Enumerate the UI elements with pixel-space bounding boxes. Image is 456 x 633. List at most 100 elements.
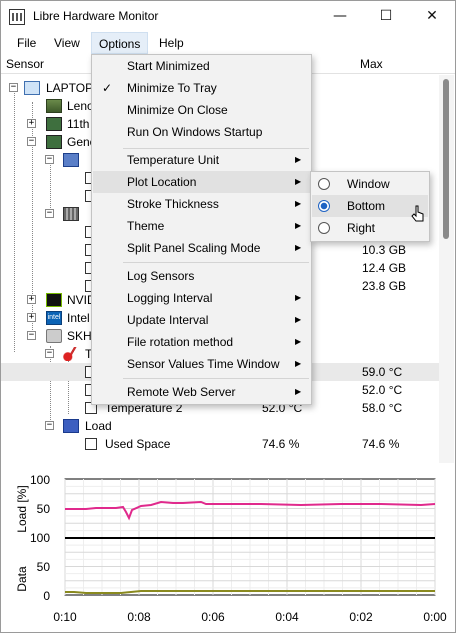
data-tick-label: 100 [30, 531, 50, 545]
menu-item-label: Run On Windows Startup [127, 125, 263, 139]
menu-help[interactable]: Help [152, 32, 191, 54]
menu-item-label: Log Sensors [127, 269, 195, 283]
data-tick-label: 0 [43, 589, 50, 603]
time-tick-label: 0:08 [127, 610, 151, 624]
check-icon: ✓ [102, 81, 113, 95]
time-tick-label: 0:02 [349, 610, 373, 624]
menu-item-values-time-window[interactable]: Sensor Values Time Window ▶ [93, 353, 310, 375]
expand-icon[interactable]: + [27, 119, 36, 128]
options-dropdown-menu: Start Minimized ✓ Minimize To Tray Minim… [91, 54, 312, 405]
menu-view[interactable]: View [47, 32, 87, 54]
menu-item-label: Split Panel Scaling Mode [127, 241, 261, 255]
load-tick-label: 50 [37, 502, 51, 516]
mouse-pointer-icon [411, 205, 424, 222]
collapse-icon[interactable]: − [45, 155, 54, 164]
radio-icon [318, 178, 330, 190]
menu-item-minimize-to-tray[interactable]: ✓ Minimize To Tray [93, 77, 310, 99]
load-icon [63, 153, 79, 167]
data-tick-label: 50 [37, 560, 51, 574]
expand-icon[interactable]: + [27, 313, 36, 322]
menu-item-log-sensors[interactable]: Log Sensors [93, 265, 310, 287]
menu-item-start-minimized[interactable]: Start Minimized [93, 55, 310, 77]
menu-item-label: File rotation method [127, 335, 234, 349]
sensor-max: 12.4 GB [362, 261, 407, 275]
submenu-arrow-icon: ▶ [295, 387, 302, 396]
menu-item-file-rotation[interactable]: File rotation method ▶ [93, 331, 310, 353]
collapse-icon[interactable]: − [27, 331, 36, 340]
menu-item-temperature-unit[interactable]: Temperature Unit ▶ [93, 149, 310, 171]
sensor-max: 58.0 °C [362, 401, 403, 415]
sensor-max: 10.3 GB [362, 243, 407, 257]
menu-separator [123, 378, 309, 379]
collapse-icon[interactable]: − [9, 83, 18, 92]
node-label: Load [85, 419, 112, 433]
expand-icon[interactable]: + [27, 295, 36, 304]
collapse-icon[interactable]: − [27, 137, 36, 146]
column-max[interactable]: Max [360, 57, 383, 71]
node-label: SKH [67, 329, 92, 343]
node-label: LAPTOP [46, 81, 94, 95]
tree-scrollbar[interactable] [439, 75, 454, 463]
tree-row-used-space[interactable]: Used Space 74.6 % 74.6 % [1, 435, 439, 453]
submenu-arrow-icon: ▶ [295, 315, 302, 324]
radio-item-window[interactable]: Window [312, 173, 428, 195]
submenu-arrow-icon: ▶ [295, 177, 302, 186]
menu-item-split-panel-scaling[interactable]: Split Panel Scaling Mode ▶ [93, 237, 310, 259]
time-tick-label: 0:06 [201, 610, 225, 624]
menu-item-label: Plot Location [127, 175, 197, 189]
submenu-arrow-icon: ▶ [295, 199, 302, 208]
scrollbar-thumb[interactable] [443, 79, 449, 239]
radio-icon [318, 222, 330, 234]
radio-label: Right [347, 221, 376, 235]
submenu-arrow-icon: ▶ [295, 243, 302, 252]
close-button[interactable]: ✕ [409, 1, 455, 32]
app-window: Libre Hardware Monitor — ☐ ✕ File View O… [0, 0, 456, 633]
sensor-checkbox[interactable] [85, 438, 97, 450]
menu-item-logging-interval[interactable]: Logging Interval ▶ [93, 287, 310, 309]
tree-row-load[interactable]: − Load [1, 417, 439, 435]
menu-item-label: Remote Web Server [127, 385, 236, 399]
sensor-label: Used Space [105, 437, 171, 451]
sensor-plot: Load [%] Data 10050 100500 0:10 0:08 0:06 0… [15, 473, 447, 624]
memory-chip-icon [46, 135, 62, 149]
menu-item-label: Theme [127, 219, 165, 233]
time-axis-ticks: 0:10 0:08 0:06 0:04 0:02 0:00 [53, 610, 447, 624]
time-tick-label: 0:04 [275, 610, 299, 624]
menu-item-update-interval[interactable]: Update Interval ▶ [93, 309, 310, 331]
menu-item-label: Stroke Thickness [127, 197, 219, 211]
menu-item-label: Update Interval [127, 313, 209, 327]
column-sensor[interactable]: Sensor [6, 57, 44, 71]
menu-item-minimize-on-close[interactable]: Minimize On Close [93, 99, 310, 121]
menu-item-label: Minimize On Close [127, 103, 228, 117]
motherboard-icon [46, 99, 62, 113]
title-bar: Libre Hardware Monitor — ☐ ✕ [1, 1, 455, 32]
time-tick-label: 0:00 [423, 610, 447, 624]
submenu-arrow-icon: ▶ [295, 155, 302, 164]
menu-file[interactable]: File [10, 32, 43, 54]
collapse-icon[interactable]: − [45, 349, 54, 358]
collapse-icon[interactable]: − [45, 209, 54, 218]
menu-item-theme[interactable]: Theme ▶ [93, 215, 310, 237]
menu-item-label: Start Minimized [127, 59, 210, 73]
menu-item-stroke-thickness[interactable]: Stroke Thickness ▶ [93, 193, 310, 215]
window-title: Libre Hardware Monitor [33, 9, 159, 23]
app-icon [9, 9, 25, 25]
load-tick-label: 100 [30, 473, 50, 487]
menu-item-plot-location[interactable]: Plot Location ▶ [93, 171, 310, 193]
node-label: Leno [67, 99, 94, 113]
menu-item-remote-web-server[interactable]: Remote Web Server ▶ [93, 381, 310, 403]
menu-item-run-on-startup[interactable]: Run On Windows Startup [93, 121, 310, 143]
load-axis-ticks: 100 50 [30, 473, 50, 516]
load-icon [63, 419, 79, 433]
sensor-max: 74.6 % [362, 437, 400, 451]
minimize-button[interactable]: — [317, 1, 363, 32]
menu-options[interactable]: Options [91, 32, 149, 54]
radio-label: Bottom [347, 199, 386, 213]
menu-separator [123, 262, 309, 263]
time-tick-label: 0:10 [53, 610, 77, 624]
sensor-value: 74.6 % [262, 437, 300, 451]
collapse-icon[interactable]: − [45, 421, 54, 430]
submenu-arrow-icon: ▶ [295, 359, 302, 368]
menu-bar: File View Options Help [1, 32, 455, 54]
maximize-button[interactable]: ☐ [363, 1, 409, 32]
